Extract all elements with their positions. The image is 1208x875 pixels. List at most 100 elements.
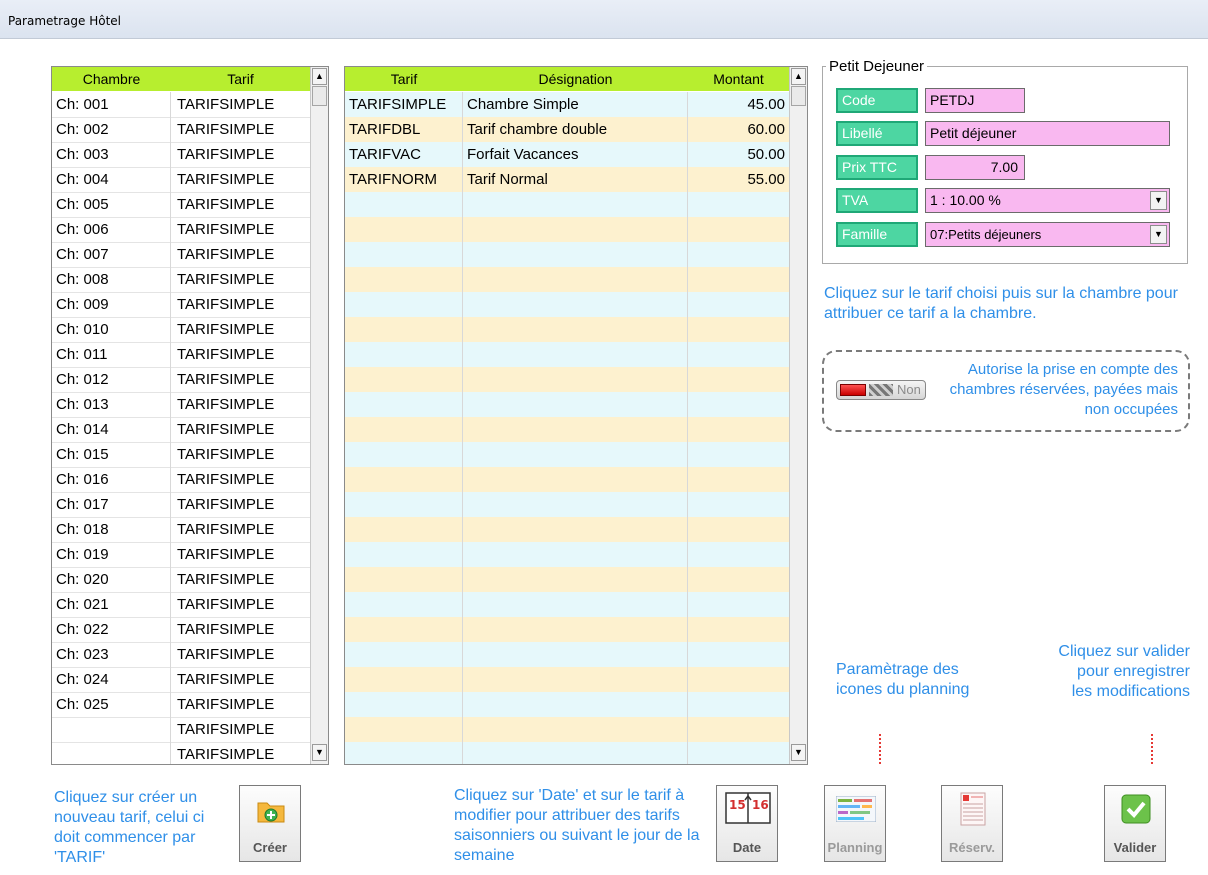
- cell-montant[interactable]: 50.00: [688, 142, 789, 167]
- cell-chambre[interactable]: Ch: 017: [52, 492, 171, 517]
- cell-tarif[interactable]: TARIFSIMPLE: [171, 592, 310, 617]
- cell-montant[interactable]: [688, 267, 789, 292]
- column-header-tarif[interactable]: Tarif: [345, 67, 463, 91]
- cell-chambre[interactable]: Ch: 019: [52, 542, 171, 567]
- cell-tarif[interactable]: TARIFSIMPLE: [171, 392, 310, 417]
- chevron-down-icon[interactable]: ▼: [1150, 225, 1167, 244]
- table-row[interactable]: Ch: 021 TARIFSIMPLE: [52, 592, 310, 618]
- cell-tarif[interactable]: TARIFSIMPLE: [171, 417, 310, 442]
- cell-chambre[interactable]: Ch: 016: [52, 467, 171, 492]
- cell-montant[interactable]: [688, 442, 789, 467]
- cell-tarif[interactable]: TARIFDBL: [345, 117, 463, 142]
- valider-button[interactable]: Valider: [1104, 785, 1166, 862]
- cell-chambre[interactable]: Ch: 011: [52, 342, 171, 367]
- empty-row[interactable]: [345, 567, 789, 592]
- cell-tarif[interactable]: TARIFNORM: [345, 167, 463, 192]
- column-header-tarif[interactable]: Tarif: [171, 67, 310, 91]
- planning-button[interactable]: Planning: [824, 785, 886, 862]
- cell-montant[interactable]: [688, 367, 789, 392]
- empty-row[interactable]: [345, 692, 789, 717]
- scroll-down-icon[interactable]: ▼: [312, 744, 327, 761]
- cell-tarif[interactable]: TARIFSIMPLE: [171, 742, 310, 764]
- rooms-grid[interactable]: Chambre Tarif Ch: 001 TARIFSIMPLE Ch: 002 T…: [51, 66, 329, 765]
- cell-montant[interactable]: [688, 717, 789, 742]
- cell-montant[interactable]: [688, 217, 789, 242]
- table-row[interactable]: TARIFSIMPLE: [52, 742, 310, 764]
- cell-tarif[interactable]: TARIFSIMPLE: [171, 692, 310, 717]
- column-header-chambre[interactable]: Chambre: [52, 67, 171, 91]
- cell-designation[interactable]: [463, 442, 688, 467]
- cell-montant[interactable]: [688, 742, 789, 764]
- empty-row[interactable]: [345, 642, 789, 667]
- table-row[interactable]: Ch: 002 TARIFSIMPLE: [52, 117, 310, 143]
- cell-tarif[interactable]: TARIFSIMPLE: [171, 642, 310, 667]
- cell-designation[interactable]: [463, 192, 688, 217]
- table-row[interactable]: Ch: 005 TARIFSIMPLE: [52, 192, 310, 218]
- chevron-down-icon[interactable]: ▼: [1150, 191, 1167, 210]
- cell-chambre[interactable]: Ch: 012: [52, 367, 171, 392]
- cell-tarif[interactable]: TARIFSIMPLE: [171, 92, 310, 117]
- famille-select[interactable]: 07:Petits déjeuners ▼: [925, 222, 1170, 247]
- cell-montant[interactable]: [688, 517, 789, 542]
- empty-row[interactable]: [345, 492, 789, 517]
- cell-montant[interactable]: [688, 592, 789, 617]
- column-header-montant[interactable]: Montant: [688, 67, 789, 91]
- table-row[interactable]: Ch: 008 TARIFSIMPLE: [52, 267, 310, 293]
- cell-tarif[interactable]: TARIFSIMPLE: [171, 342, 310, 367]
- empty-row[interactable]: [345, 442, 789, 467]
- cell-chambre[interactable]: Ch: 014: [52, 417, 171, 442]
- table-row[interactable]: Ch: 003 TARIFSIMPLE: [52, 142, 310, 168]
- empty-row[interactable]: [345, 542, 789, 567]
- cell-tarif[interactable]: TARIFSIMPLE: [171, 467, 310, 492]
- table-row[interactable]: Ch: 022 TARIFSIMPLE: [52, 617, 310, 643]
- cell-tarif[interactable]: [345, 742, 463, 764]
- cell-tarif[interactable]: TARIFSIMPLE: [171, 142, 310, 167]
- cell-designation[interactable]: [463, 217, 688, 242]
- cell-chambre[interactable]: Ch: 007: [52, 242, 171, 267]
- cell-tarif[interactable]: [345, 442, 463, 467]
- cell-designation[interactable]: [463, 317, 688, 342]
- cell-montant[interactable]: [688, 567, 789, 592]
- creer-button[interactable]: Créer: [239, 785, 301, 862]
- cell-montant[interactable]: [688, 242, 789, 267]
- cell-designation[interactable]: [463, 242, 688, 267]
- cell-chambre[interactable]: Ch: 020: [52, 567, 171, 592]
- cell-designation[interactable]: [463, 467, 688, 492]
- cell-montant[interactable]: [688, 342, 789, 367]
- cell-tarif[interactable]: [345, 417, 463, 442]
- cell-montant[interactable]: 45.00: [688, 92, 789, 117]
- cell-chambre[interactable]: Ch: 002: [52, 117, 171, 142]
- empty-row[interactable]: [345, 592, 789, 617]
- cell-designation[interactable]: [463, 367, 688, 392]
- cell-tarif[interactable]: [345, 542, 463, 567]
- table-row[interactable]: Ch: 010 TARIFSIMPLE: [52, 317, 310, 343]
- table-row[interactable]: TARIFDBL Tarif chambre double 60.00: [345, 117, 789, 142]
- cell-tarif[interactable]: [345, 717, 463, 742]
- cell-designation[interactable]: [463, 617, 688, 642]
- empty-row[interactable]: [345, 392, 789, 417]
- table-row[interactable]: Ch: 009 TARIFSIMPLE: [52, 292, 310, 318]
- empty-row[interactable]: [345, 367, 789, 392]
- cell-tarif[interactable]: TARIFSIMPLE: [171, 567, 310, 592]
- cell-tarif[interactable]: TARIFSIMPLE: [171, 167, 310, 192]
- cell-designation[interactable]: [463, 492, 688, 517]
- table-row[interactable]: Ch: 007 TARIFSIMPLE: [52, 242, 310, 268]
- cell-designation[interactable]: Forfait Vacances: [463, 142, 688, 167]
- cell-chambre[interactable]: Ch: 006: [52, 217, 171, 242]
- empty-row[interactable]: [345, 742, 789, 764]
- cell-tarif[interactable]: TARIFSIMPLE: [171, 617, 310, 642]
- tarifs-scrollbar[interactable]: ▲ ▼: [789, 67, 807, 764]
- cell-tarif[interactable]: [345, 692, 463, 717]
- cell-chambre[interactable]: Ch: 001: [52, 92, 171, 117]
- scroll-up-icon[interactable]: ▲: [791, 68, 806, 85]
- cell-montant[interactable]: [688, 542, 789, 567]
- cell-chambre[interactable]: Ch: 022: [52, 617, 171, 642]
- empty-row[interactable]: [345, 517, 789, 542]
- cell-tarif[interactable]: [345, 617, 463, 642]
- table-row[interactable]: TARIFNORM Tarif Normal 55.00: [345, 167, 789, 192]
- tva-select[interactable]: 1 : 10.00 % ▼: [925, 188, 1170, 213]
- table-row[interactable]: Ch: 018 TARIFSIMPLE: [52, 517, 310, 543]
- cell-designation[interactable]: Chambre Simple: [463, 92, 688, 117]
- cell-tarif[interactable]: TARIFSIMPLE: [171, 542, 310, 567]
- cell-tarif[interactable]: [345, 642, 463, 667]
